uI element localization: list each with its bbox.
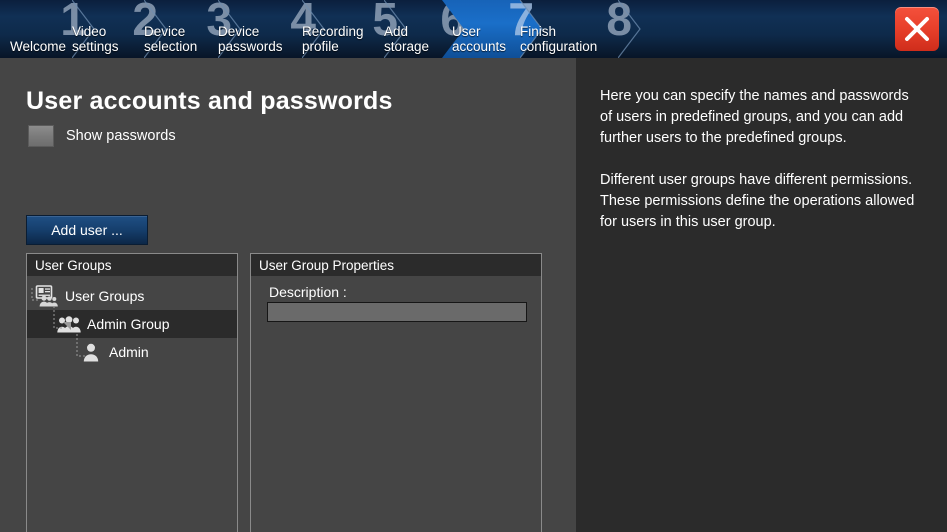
wizard-window: 1 Welcome 2 Video settings 3 Device selection… [0, 0, 947, 532]
help-sidebar: Here you can specify the names and passw… [576, 58, 947, 532]
description-label: Description : [269, 284, 347, 300]
close-icon [905, 17, 929, 41]
tree-item-user-groups[interactable]: User Groups [27, 282, 237, 310]
close-button[interactable] [895, 7, 939, 51]
help-paragraph: Here you can specify the names and passw… [600, 88, 909, 146]
wizard-step-label: Device passwords [218, 24, 283, 54]
tree-item-label: Admin [109, 344, 149, 360]
wizard-step-label: Finish configuration [520, 24, 598, 54]
tree-item-label: Admin Group [87, 316, 170, 332]
group-people-icon [57, 313, 81, 335]
show-passwords-label: Show passwords [66, 128, 176, 144]
tree-item-admin[interactable]: Admin [27, 338, 237, 366]
user-groups-panel: User Groups User Groups Admin Group Admin [26, 253, 238, 532]
wizard-step-number: 8 [606, 0, 632, 45]
description-input[interactable] [267, 302, 527, 322]
wizard-step-8[interactable]: 8 Finish configuration [510, 0, 640, 58]
user-group-properties-panel: User Group Properties Description : [250, 253, 542, 532]
wizard-step-label: Recording profile [302, 24, 364, 54]
user-groups-panel-header: User Groups [27, 254, 237, 276]
page-title: User accounts and passwords [26, 87, 393, 115]
wizard-step-bar: 1 Welcome 2 Video settings 3 Device selection… [0, 0, 947, 58]
main-content-area: User accounts and passwords Show passwor… [0, 58, 576, 532]
user-groups-card-icon [35, 285, 59, 307]
show-passwords-checkbox[interactable] [28, 125, 54, 147]
add-user-button[interactable]: Add user ... [26, 215, 148, 245]
show-passwords-row: Show passwords [28, 125, 176, 147]
user-groups-tree: User Groups Admin Group Admin [27, 276, 237, 366]
single-user-icon [79, 341, 103, 363]
tree-item-admin-group[interactable]: Admin Group [27, 310, 237, 338]
tree-item-label: User Groups [65, 288, 145, 304]
help-paragraph: Different user groups have different per… [600, 172, 915, 230]
user-group-properties-header: User Group Properties [251, 254, 541, 276]
